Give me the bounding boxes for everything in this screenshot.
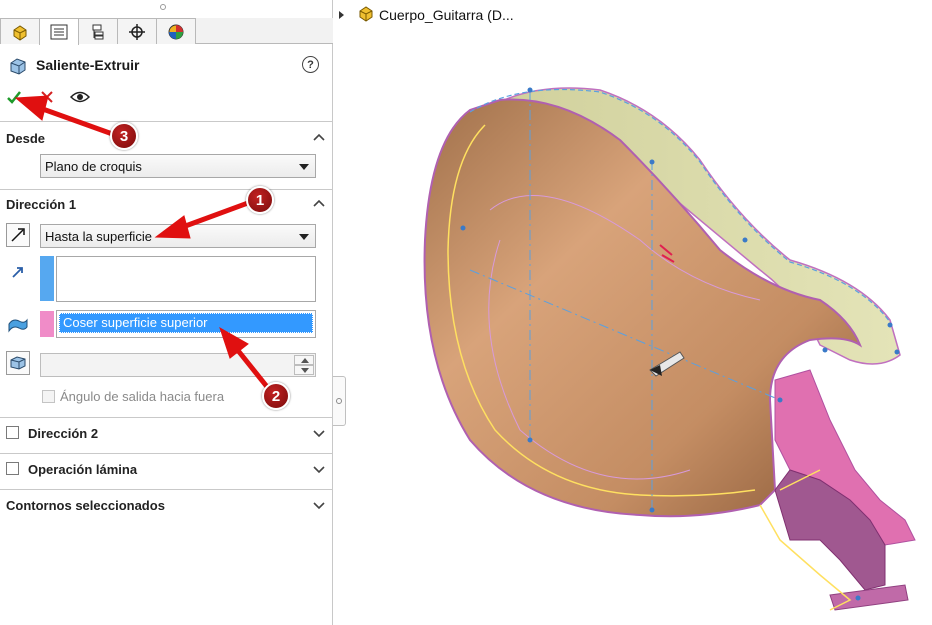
appearance-pie-icon bbox=[168, 24, 184, 39]
divider bbox=[0, 121, 333, 122]
desde-dropdown-value: Plano de croquis bbox=[45, 159, 142, 174]
offset-distance-button[interactable] bbox=[6, 351, 30, 375]
end-condition-value: Hasta la superficie bbox=[45, 229, 152, 244]
dropdown-arrow-icon bbox=[299, 234, 309, 240]
part-name: Cuerpo_Guitarra (D... bbox=[379, 7, 514, 23]
dimxpert-tab[interactable] bbox=[117, 18, 157, 44]
direction-selection-box[interactable] bbox=[56, 256, 316, 302]
thin-feature-group-title[interactable]: Operación lámina bbox=[28, 462, 137, 477]
checkmark-icon bbox=[7, 91, 21, 104]
offset-cube-icon bbox=[10, 356, 26, 370]
eye-icon bbox=[70, 91, 90, 103]
surface-icon bbox=[6, 313, 30, 337]
draft-outward-checkbox[interactable] bbox=[42, 390, 55, 403]
guitar-top-surface bbox=[423, 98, 863, 518]
desde-group-title[interactable]: Desde bbox=[6, 131, 45, 146]
chevron-down-icon[interactable] bbox=[313, 464, 325, 474]
divider bbox=[0, 189, 333, 190]
chevron-down-icon[interactable] bbox=[313, 428, 325, 438]
annotation-badge-2: 2 bbox=[262, 382, 290, 410]
draft-outward-label: Ángulo de salida hacia fuera bbox=[60, 389, 225, 404]
spin-up-button[interactable] bbox=[294, 355, 314, 365]
panel-collapse-handle[interactable] bbox=[333, 376, 346, 426]
crosshair-icon bbox=[129, 23, 145, 40]
direction-selection-color-tab bbox=[40, 256, 54, 301]
offset-distance-input[interactable] bbox=[40, 353, 316, 377]
part-icon bbox=[359, 6, 373, 22]
property-manager-panel: Saliente-Extruir ? Desde Plano de croqui… bbox=[0, 0, 333, 625]
end-condition-dropdown[interactable]: Hasta la superficie bbox=[40, 224, 316, 248]
reverse-direction-button[interactable] bbox=[6, 223, 30, 247]
guitar-cut-face bbox=[774, 369, 916, 546]
extrude-boss-icon bbox=[10, 58, 26, 75]
spin-down-button[interactable] bbox=[294, 365, 314, 375]
ok-button[interactable] bbox=[3, 86, 25, 108]
chevron-up-icon[interactable] bbox=[313, 198, 325, 208]
part-cube-icon bbox=[13, 24, 27, 41]
configuration-manager-tab[interactable] bbox=[78, 18, 118, 44]
expand-arrow-icon[interactable] bbox=[339, 11, 344, 19]
display-manager-tab[interactable] bbox=[156, 18, 196, 44]
manager-tab-bar bbox=[0, 18, 333, 45]
panel-resize-grip[interactable] bbox=[160, 4, 166, 10]
feature-manager-tab[interactable] bbox=[0, 18, 40, 44]
thin-feature-checkbox[interactable] bbox=[6, 462, 19, 475]
close-icon bbox=[41, 91, 53, 103]
annotation-badge-3: 3 bbox=[110, 122, 138, 150]
desde-dropdown[interactable]: Plano de croquis bbox=[40, 154, 316, 178]
divider bbox=[0, 453, 333, 454]
guitar-side-surface bbox=[468, 87, 901, 365]
surface-selection-box[interactable]: Coser superficie superior bbox=[56, 310, 316, 338]
cancel-button[interactable] bbox=[36, 86, 58, 108]
divider bbox=[0, 417, 333, 418]
help-icon[interactable]: ? bbox=[302, 56, 319, 73]
selected-contours-group-title[interactable]: Contornos seleccionados bbox=[6, 498, 165, 513]
feature-title: Saliente-Extruir bbox=[36, 57, 140, 73]
chevron-up-icon[interactable] bbox=[313, 132, 325, 142]
feature-header: Saliente-Extruir ? bbox=[0, 52, 333, 78]
property-list-icon bbox=[50, 24, 68, 40]
divider bbox=[0, 489, 333, 490]
annotation-badge-1: 1 bbox=[246, 186, 274, 214]
property-manager-tab[interactable] bbox=[39, 18, 79, 45]
action-buttons bbox=[0, 86, 333, 110]
preview-button[interactable] bbox=[68, 86, 92, 108]
surface-selection-color-tab bbox=[40, 311, 54, 337]
direccion2-checkbox[interactable] bbox=[6, 426, 19, 439]
dropdown-arrow-icon bbox=[299, 164, 309, 170]
reverse-direction-icon bbox=[11, 228, 25, 242]
configuration-icon bbox=[92, 24, 104, 39]
direction-vector-icon bbox=[6, 260, 30, 284]
selected-surface-item[interactable]: Coser superficie superior bbox=[59, 313, 313, 333]
direccion2-group-title[interactable]: Dirección 2 bbox=[28, 426, 98, 441]
direccion1-group-title[interactable]: Dirección 1 bbox=[6, 197, 76, 212]
chevron-down-icon[interactable] bbox=[313, 500, 325, 510]
